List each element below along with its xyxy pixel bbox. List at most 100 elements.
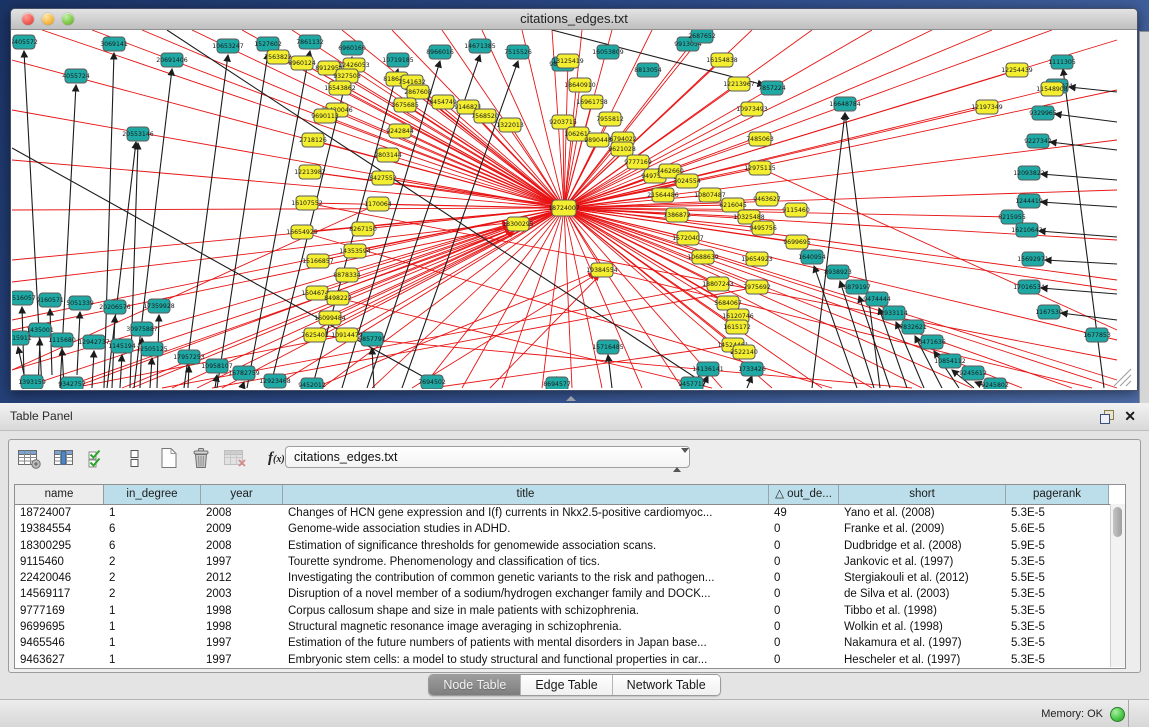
zoom-window-icon[interactable] [62,13,74,25]
graph-node[interactable]: 8454749 [429,95,457,109]
graph-node[interactable]: 9495756 [749,221,777,235]
table-row[interactable]: 1830029562008Estimation of significance … [15,538,1125,554]
graph-node[interactable]: 1111305 [1048,55,1076,69]
close-window-icon[interactable] [22,13,34,25]
graph-node[interactable]: 5051339 [66,296,94,310]
graph-node[interactable]: 10807487 [694,188,726,202]
graph-node[interactable]: 9160571 [36,293,64,307]
graph-node[interactable]: 3024554 [673,174,701,188]
graph-node[interactable]: 2718126 [299,133,327,147]
graph-node[interactable]: 7515526 [504,45,532,59]
table-row[interactable]: 977716911998Corpus callosum shape and si… [15,603,1125,619]
scrollbar-thumb[interactable] [1113,507,1122,537]
graph-node[interactable]: 9115460 [782,203,810,217]
graph-node[interactable]: 17957253 [173,350,205,364]
graph-node[interactable]: 1733426 [738,362,766,376]
column-header-title[interactable]: title [283,485,769,504]
graph-node[interactable]: 8960124 [288,56,316,70]
graph-node[interactable]: 16099484 [314,311,346,325]
graph-node[interactable]: 11548908 [1036,82,1068,96]
graph-node[interactable]: 17359928 [143,299,175,313]
graph-node[interactable]: 8938923 [824,265,852,279]
stacked-squares-icon[interactable] [127,445,143,471]
graph-node[interactable]: 21564486 [647,188,679,202]
graph-node[interactable]: 7955812 [596,112,624,126]
graph-node[interactable]: 2867608 [404,85,432,99]
float-panel-icon[interactable] [1100,410,1113,423]
table-panel-titlebar[interactable]: Table Panel ✕ [0,403,1149,431]
column-header-in_degree[interactable]: in_degree [104,485,201,504]
graph-node[interactable]: 20691406 [156,53,188,67]
row-checks-icon[interactable] [85,445,109,471]
graph-node[interactable]: 2933114 [880,306,908,320]
graph-node[interactable]: 15166857 [302,254,334,268]
graph-node[interactable]: 16543862 [324,81,356,95]
close-panel-icon[interactable]: ✕ [1124,408,1136,425]
graph-node[interactable]: 9699695 [783,235,811,249]
graph-node[interactable]: 18807243 [702,277,734,291]
graph-node[interactable]: 9621028 [608,142,636,156]
graph-node[interactable]: 10914479 [331,328,363,342]
graph-node[interactable]: 9329965 [1029,106,1057,120]
graph-node[interactable]: 4055724 [62,69,90,83]
graph-node[interactable]: 12197349 [971,100,1003,114]
graph-node[interactable]: 12093822 [1013,166,1045,180]
graph-node[interactable]: 20553146 [122,127,154,141]
graph-node[interactable]: 9890448 [584,133,612,147]
table-row[interactable]: 946362711997Embryonic stem cells: a mode… [15,652,1125,668]
graph-node[interactable]: 1615172 [723,320,751,334]
table-row[interactable]: 1872400712008Changes of HCN gene express… [15,505,1125,521]
graph-node[interactable]: 1393159 [18,375,46,389]
graph-node[interactable]: 1322013 [496,118,524,132]
graph-node[interactable]: 14136141 [692,362,724,376]
graph-node[interactable]: 8694577 [543,377,571,389]
graph-node[interactable]: 10719185 [382,53,414,67]
graph-node[interactable]: 10973493 [736,102,768,116]
graph-node[interactable]: 1115680 [48,333,76,347]
graph-node[interactable]: 7485063 [746,132,774,146]
graph-node[interactable]: 6960160 [338,41,366,55]
graph-node[interactable]: 9227342 [1024,134,1052,148]
graph-node[interactable]: 19654923 [741,252,773,266]
graph-node[interactable]: 8878334 [333,268,361,282]
graph-node[interactable]: 2405572 [12,35,38,49]
table-vertical-scrollbar[interactable] [1110,504,1125,667]
table-row[interactable]: 946554611997Estimation of the future num… [15,635,1125,651]
graph-node[interactable]: 2687652 [688,30,716,43]
graph-node[interactable]: 7832621 [899,320,927,334]
table-row[interactable]: 2242004622012Investigating the contribut… [15,570,1125,586]
graph-node[interactable]: 15716485 [592,340,624,354]
tab-node-table[interactable]: Node Table [429,675,520,695]
graph-node[interactable]: 3675685 [391,98,419,112]
graph-node[interactable]: 15720407 [672,231,704,245]
graph-node[interactable]: 16654925 [286,225,318,239]
delete-icon[interactable] [188,445,214,471]
resize-grip-icon[interactable] [1114,369,1131,386]
graph-node[interactable]: 16210643 [1011,223,1043,237]
show-columns-icon[interactable] [51,445,78,471]
graph-node[interactable]: 16782759 [228,366,260,380]
graph-node[interactable]: 5684067 [714,296,742,310]
graph-node[interactable]: 12213967 [723,77,755,91]
network-canvas[interactable]: 2405572405572430691412069140610653247152… [12,30,1136,389]
graph-node[interactable]: 9242844 [386,124,414,138]
graph-node[interactable]: 3915911 [12,331,32,345]
graph-node[interactable]: 7568520 [471,109,499,123]
graph-node[interactable]: 10854112 [934,354,966,368]
graph-node[interactable]: 1640954 [798,250,826,264]
graph-node[interactable]: 2516057 [12,291,36,305]
graph-node[interactable]: 13125419 [552,54,584,68]
graph-node[interactable]: 2803144 [374,148,402,162]
column-header-pagerank[interactable]: pagerank [1006,485,1109,504]
table-row[interactable]: 911546021997Tourette syndrome. Phenomeno… [15,554,1125,570]
graph-node[interactable]: 3069141 [100,37,128,51]
column-header-year[interactable]: year [201,485,283,504]
memory-status-icon[interactable] [1110,707,1125,722]
graph-node[interactable]: 8215955 [998,210,1026,224]
graph-node[interactable]: 9245612 [959,366,987,380]
network-view-window[interactable]: citations_edges.txt 24055724055724306914… [10,8,1138,391]
graph-node[interactable]: 16107552 [291,196,323,210]
graph-node[interactable]: 16648784 [829,97,861,111]
graph-node[interactable]: 9457712 [678,377,706,389]
graph-node[interactable]: 10653247 [212,39,244,53]
